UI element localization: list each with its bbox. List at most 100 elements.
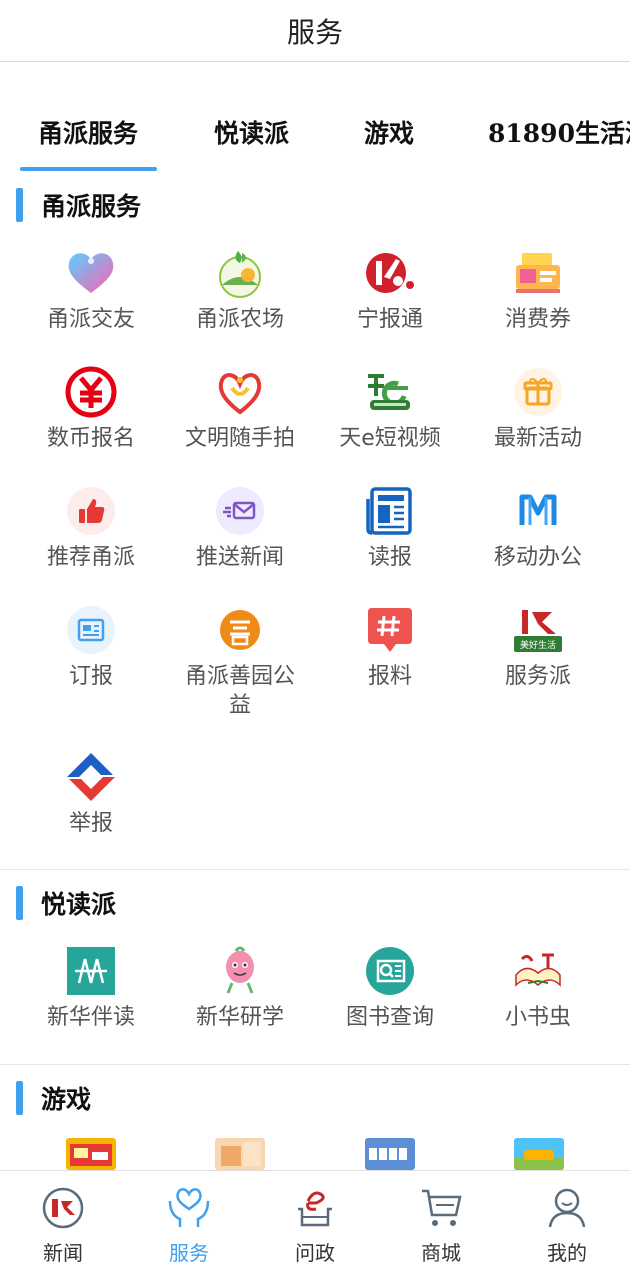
section-accent-bar	[16, 886, 23, 920]
active-tab-indicator	[20, 167, 157, 171]
category-tabs: 甬派服务 悦读派 游戏 81890生活派	[0, 100, 630, 172]
service-item-bookworm[interactable]: 小书虫	[463, 945, 613, 1032]
service-item-label: 订报	[68, 664, 113, 689]
service-item-charity[interactable]: 甬派善园公益	[165, 604, 315, 720]
service-item-label: 新华伴读	[46, 1005, 135, 1030]
nav-label: 新闻	[43, 1241, 83, 1265]
heart-icon	[65, 247, 117, 299]
newspaper-icon	[364, 485, 416, 537]
gift-icon	[512, 366, 564, 418]
send-mail-icon	[214, 485, 266, 537]
top-bar: 服务	[0, 0, 630, 62]
service-item-xinhua-read[interactable]: 新华伴读	[16, 945, 166, 1032]
nav-label: 服务	[169, 1241, 209, 1265]
nav-label: 问政	[295, 1241, 335, 1265]
nav-service[interactable]: 服务	[139, 1185, 239, 1266]
tab-yongpai-service[interactable]: 甬派服务	[38, 114, 138, 150]
hashtag-icon	[364, 604, 416, 656]
service-pai-icon: 美好生活	[512, 604, 564, 656]
nav-wenzheng[interactable]: 问政	[265, 1185, 365, 1266]
xinhua-read-icon	[65, 945, 117, 997]
service-item-xinhua-study[interactable]: 新华研学	[165, 945, 315, 1032]
service-item-label: 移动办公	[493, 545, 582, 570]
service-item-label: 图书查询	[345, 1005, 434, 1030]
profile-icon	[544, 1185, 590, 1231]
nav-mine[interactable]: 我的	[517, 1185, 617, 1266]
service-item-fuwupai[interactable]: 美好生活 服务派	[463, 604, 613, 691]
game-thumbnail[interactable]	[66, 1138, 116, 1170]
service-item-farm[interactable]: 甬派农场	[165, 247, 315, 334]
service-item-coupon[interactable]: 消费券	[463, 247, 613, 334]
svg-text:美好生活: 美好生活	[520, 639, 556, 651]
wenzheng-icon	[292, 1185, 338, 1231]
service-item-label: 服务派	[504, 664, 571, 689]
service-item-label: 文明随手拍	[184, 426, 295, 451]
subscribe-icon	[65, 604, 117, 656]
service-item-label: 举报	[68, 811, 113, 836]
bookworm-icon	[512, 945, 564, 997]
nav-label: 我的	[547, 1241, 587, 1265]
service-item-tip-off[interactable]: 报料	[315, 604, 465, 691]
service-item-dating[interactable]: 甬派交友	[16, 247, 166, 334]
section-accent-bar	[16, 188, 23, 222]
tab-yuedupai[interactable]: 悦读派	[214, 114, 289, 150]
game-thumbnail[interactable]	[215, 1138, 265, 1170]
tab-games[interactable]: 游戏	[364, 114, 414, 150]
game-thumbnail[interactable]	[514, 1138, 564, 1170]
section-divider	[0, 1064, 630, 1065]
service-item-label: 读报	[367, 545, 412, 570]
service-item-latest-events[interactable]: 最新活动	[463, 366, 613, 453]
service-item-recommend[interactable]: 推荐甬派	[16, 485, 166, 572]
service-item-label: 天e短视频	[339, 426, 441, 451]
section-header-games: 游戏	[16, 1081, 91, 1115]
service-item-book-search[interactable]: 图书查询	[315, 945, 465, 1032]
digital-yuan-icon	[65, 366, 117, 418]
section-title: 甬派服务	[41, 192, 142, 221]
service-item-civility-photo[interactable]: 文明随手拍	[165, 366, 315, 453]
service-item-read-paper[interactable]: 读报	[315, 485, 465, 572]
service-item-label: 新华研学	[195, 1005, 284, 1030]
section-divider	[0, 869, 630, 870]
charity-icon	[214, 604, 266, 656]
service-icon	[166, 1185, 212, 1231]
section-title: 悦读派	[41, 890, 117, 919]
section-title: 游戏	[41, 1085, 92, 1114]
civility-icon	[214, 366, 266, 418]
nav-label: 商城	[421, 1241, 461, 1265]
nav-news[interactable]: 新闻	[13, 1185, 113, 1266]
service-item-label: 报料	[367, 664, 412, 689]
service-item-label: 推送新闻	[195, 545, 284, 570]
thumbs-up-icon	[65, 485, 117, 537]
service-item-label: 甬派善园公益	[184, 664, 295, 718]
service-item-subscribe[interactable]: 订报	[16, 604, 166, 691]
tab-81890-life[interactable]: 81890生活派	[488, 114, 630, 150]
ningbao-icon	[364, 247, 416, 299]
section-accent-bar	[16, 1081, 23, 1115]
service-item-report[interactable]: 举报	[16, 751, 166, 838]
coupon-icon	[512, 247, 564, 299]
section-header-yuedupai: 悦读派	[16, 886, 116, 920]
service-item-label: 宁报通	[356, 307, 423, 332]
service-item-tiane-video[interactable]: 天e短视频	[315, 366, 465, 453]
cart-icon	[418, 1185, 464, 1231]
xinhua-study-icon	[214, 945, 266, 997]
page-title: 服务	[286, 15, 343, 49]
service-item-label: 小书虫	[504, 1005, 571, 1030]
book-search-icon	[364, 945, 416, 997]
service-item-mobile-office[interactable]: 移动办公	[463, 485, 613, 572]
service-item-label: 推荐甬派	[46, 545, 135, 570]
service-item-push-news[interactable]: 推送新闻	[165, 485, 315, 572]
bottom-navigation: 新闻 服务 问政 商城 我的	[0, 1170, 630, 1280]
service-item-label: 数币报名	[46, 426, 135, 451]
news-icon	[40, 1185, 86, 1231]
service-item-digital-yuan[interactable]: 数币报名	[16, 366, 166, 453]
nav-mall[interactable]: 商城	[391, 1185, 491, 1266]
service-item-label: 最新活动	[493, 426, 582, 451]
game-thumbnail[interactable]	[365, 1138, 415, 1170]
service-item-label: 甬派交友	[46, 307, 135, 332]
report-icon	[65, 751, 117, 803]
service-item-label: 消费券	[504, 307, 571, 332]
mobile-office-icon	[512, 485, 564, 537]
service-item-label: 甬派农场	[195, 307, 284, 332]
service-item-ningbaotong[interactable]: 宁报通	[315, 247, 465, 334]
